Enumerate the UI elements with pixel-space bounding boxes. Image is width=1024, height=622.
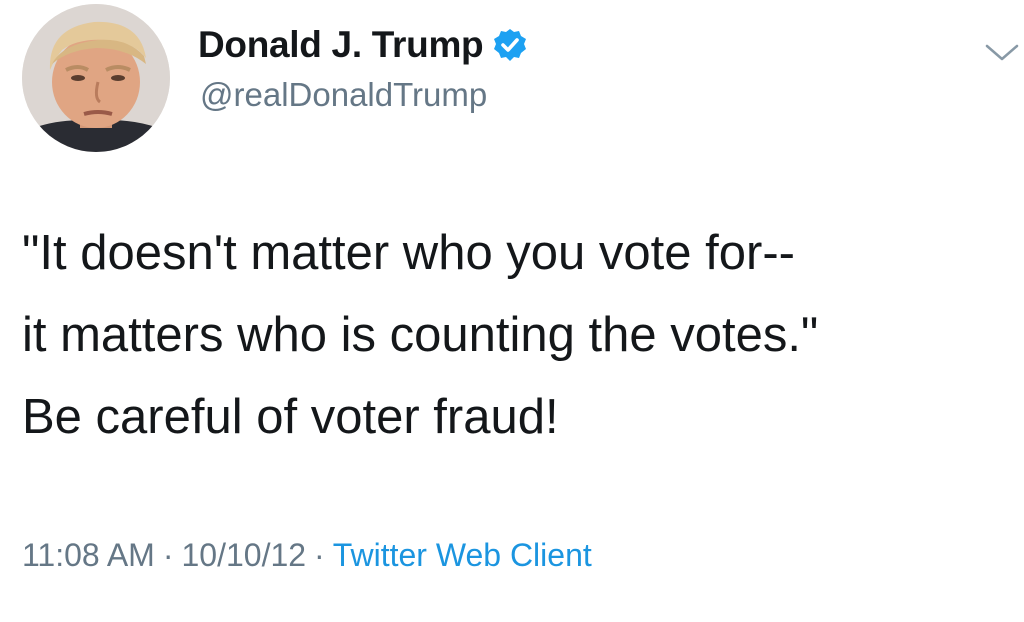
author-handle[interactable]: @realDonaldTrump xyxy=(200,76,487,114)
author-name-row: Donald J. Trump xyxy=(198,20,527,70)
tweet-metadata: 11:08 AM · 10/10/12 · Twitter Web Client xyxy=(22,537,592,574)
tweet-time[interactable]: 11:08 AM xyxy=(22,537,155,573)
meta-separator: · xyxy=(314,537,325,573)
author-display-name[interactable]: Donald J. Trump xyxy=(198,24,484,66)
chevron-down-icon[interactable] xyxy=(984,40,1020,64)
tweet-text-line: it matters who is counting the votes." xyxy=(22,308,819,362)
tweet-text-line: Be careful of voter fraud! xyxy=(22,390,559,444)
tweet-date[interactable]: 10/10/12 xyxy=(181,537,306,573)
tweet-text-line: "It doesn't matter who you vote for-- xyxy=(22,226,795,280)
avatar[interactable] xyxy=(22,4,170,152)
meta-separator: · xyxy=(162,537,174,573)
tweet-text: "It doesn't matter who you vote for-- it… xyxy=(22,212,1012,458)
avatar-photo xyxy=(22,4,170,152)
verified-badge-icon xyxy=(493,28,527,62)
tweet-source-link[interactable]: Twitter Web Client xyxy=(333,537,592,573)
tweet-card: Donald J. Trump @realDonaldTrump "It doe… xyxy=(0,0,1024,622)
